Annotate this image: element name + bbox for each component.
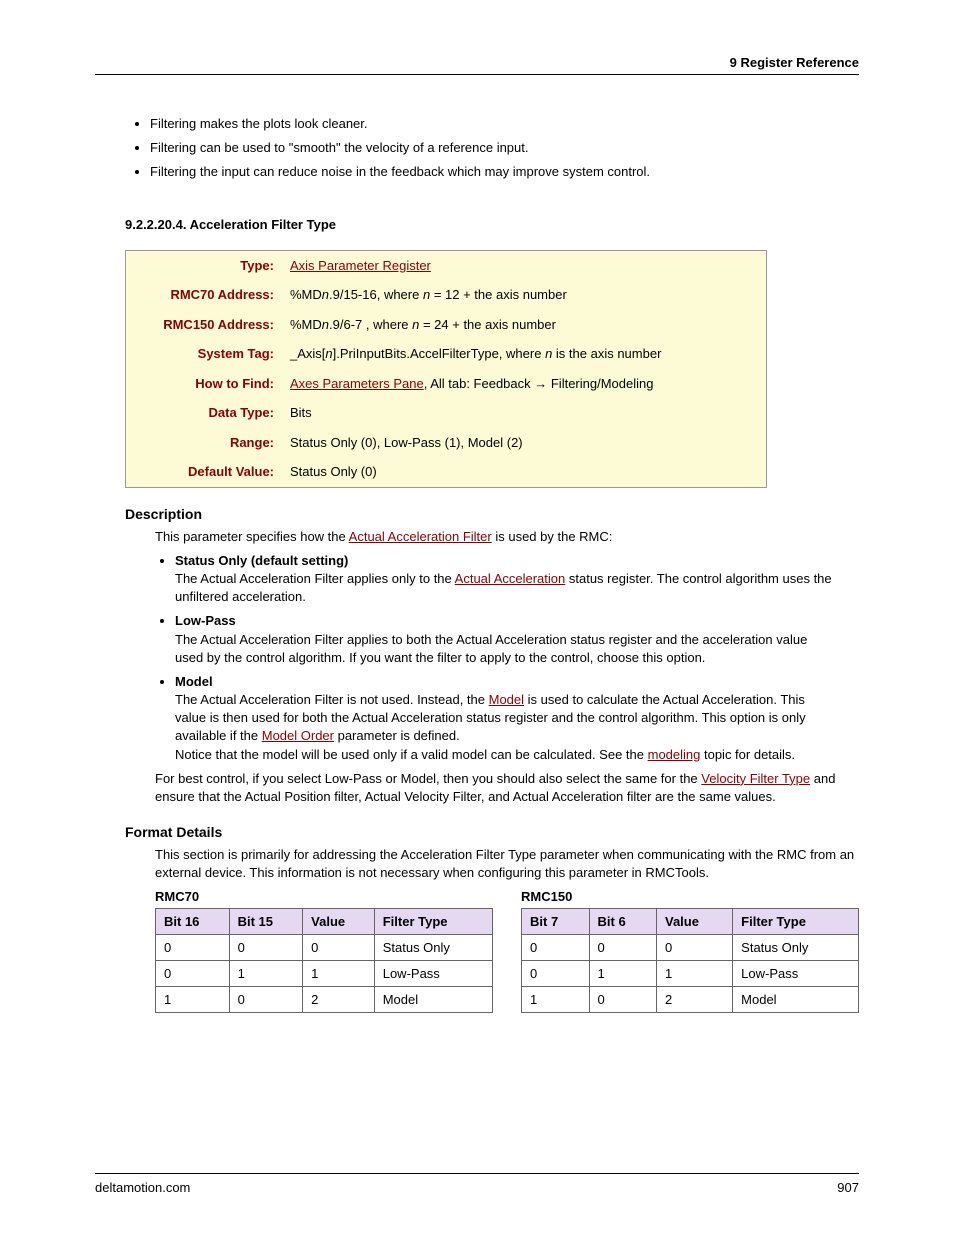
param-label: Data Type: bbox=[126, 398, 282, 428]
col-header: Filter Type bbox=[733, 908, 859, 934]
description-options: Status Only (default setting) The Actual… bbox=[95, 552, 859, 764]
param-label: Default Value: bbox=[126, 457, 282, 487]
param-value: %MDn.9/15-16, where n = 12 + the axis nu… bbox=[282, 280, 766, 310]
format-details-intro: This section is primarily for addressing… bbox=[155, 846, 859, 882]
param-label: System Tag: bbox=[126, 339, 282, 369]
list-item: Low-Pass The Actual Acceleration Filter … bbox=[175, 612, 859, 667]
type-link[interactable]: Axis Parameter Register bbox=[290, 258, 431, 273]
param-value: _Axis[n].PriInputBits.AccelFilterType, w… bbox=[282, 339, 766, 369]
table-row: 011Low-Pass bbox=[156, 960, 493, 986]
list-item: Model The Actual Acceleration Filter is … bbox=[175, 673, 859, 764]
table-row: 000Status Only bbox=[522, 934, 859, 960]
format-details-heading: Format Details bbox=[125, 824, 859, 840]
list-item: Status Only (default setting) The Actual… bbox=[175, 552, 859, 607]
list-item: Filtering can be used to "smooth" the ve… bbox=[150, 139, 859, 157]
param-value: Status Only (0), Low-Pass (1), Model (2) bbox=[282, 428, 766, 458]
modeling-link[interactable]: modeling bbox=[648, 747, 701, 762]
intro-bullet-list: Filtering makes the plots look cleaner. … bbox=[95, 115, 859, 182]
velocity-filter-type-link[interactable]: Velocity Filter Type bbox=[701, 771, 810, 786]
table-row: 102Model bbox=[156, 986, 493, 1012]
actual-accel-filter-link[interactable]: Actual Acceleration Filter bbox=[349, 529, 492, 544]
footer-site: deltamotion.com bbox=[95, 1180, 190, 1195]
rmc150-bit-table: Bit 7 Bit 6 Value Filter Type 000Status … bbox=[521, 908, 859, 1013]
table-row: 102Model bbox=[522, 986, 859, 1012]
list-item: Filtering the input can reduce noise in … bbox=[150, 163, 859, 181]
rmc70-table-title: RMC70 bbox=[155, 889, 493, 904]
table-row: 000Status Only bbox=[156, 934, 493, 960]
footer-page-number: 907 bbox=[837, 1180, 859, 1195]
table-row: 011Low-Pass bbox=[522, 960, 859, 986]
parameter-info-box: Type: Axis Parameter Register RMC70 Addr… bbox=[125, 250, 767, 488]
page-header: 9 Register Reference bbox=[95, 55, 859, 75]
param-label: Range: bbox=[126, 428, 282, 458]
param-label: Type: bbox=[126, 251, 282, 281]
model-order-link[interactable]: Model Order bbox=[262, 728, 334, 743]
description-heading: Description bbox=[125, 506, 859, 522]
param-value: %MDn.9/6-7 , where n = 24 + the axis num… bbox=[282, 310, 766, 340]
col-header: Bit 15 bbox=[229, 908, 303, 934]
how-to-find-link[interactable]: Axes Parameters Pane bbox=[290, 376, 424, 391]
model-link[interactable]: Model bbox=[489, 692, 524, 707]
param-label: How to Find: bbox=[126, 369, 282, 399]
col-header: Value bbox=[657, 908, 733, 934]
col-header: Bit 7 bbox=[522, 908, 590, 934]
description-intro: This parameter specifies how the Actual … bbox=[155, 528, 859, 546]
col-header: Value bbox=[303, 908, 375, 934]
param-label: RMC70 Address: bbox=[126, 280, 282, 310]
actual-acceleration-link[interactable]: Actual Acceleration bbox=[455, 571, 566, 586]
list-item: Filtering makes the plots look cleaner. bbox=[150, 115, 859, 133]
param-value: Status Only (0) bbox=[282, 457, 766, 487]
rmc150-table-title: RMC150 bbox=[521, 889, 859, 904]
col-header: Bit 6 bbox=[589, 908, 657, 934]
col-header: Filter Type bbox=[374, 908, 492, 934]
section-heading: 9.2.2.20.4. Acceleration Filter Type bbox=[125, 217, 859, 232]
param-value: Bits bbox=[282, 398, 766, 428]
col-header: Bit 16 bbox=[156, 908, 230, 934]
param-value: Axes Parameters Pane, All tab: Feedback … bbox=[282, 369, 766, 399]
description-tail: For best control, if you select Low-Pass… bbox=[155, 770, 859, 806]
rmc70-bit-table: Bit 16 Bit 15 Value Filter Type 000Statu… bbox=[155, 908, 493, 1013]
param-label: RMC150 Address: bbox=[126, 310, 282, 340]
param-value: Axis Parameter Register bbox=[282, 251, 766, 281]
page-footer: deltamotion.com 907 bbox=[95, 1173, 859, 1195]
